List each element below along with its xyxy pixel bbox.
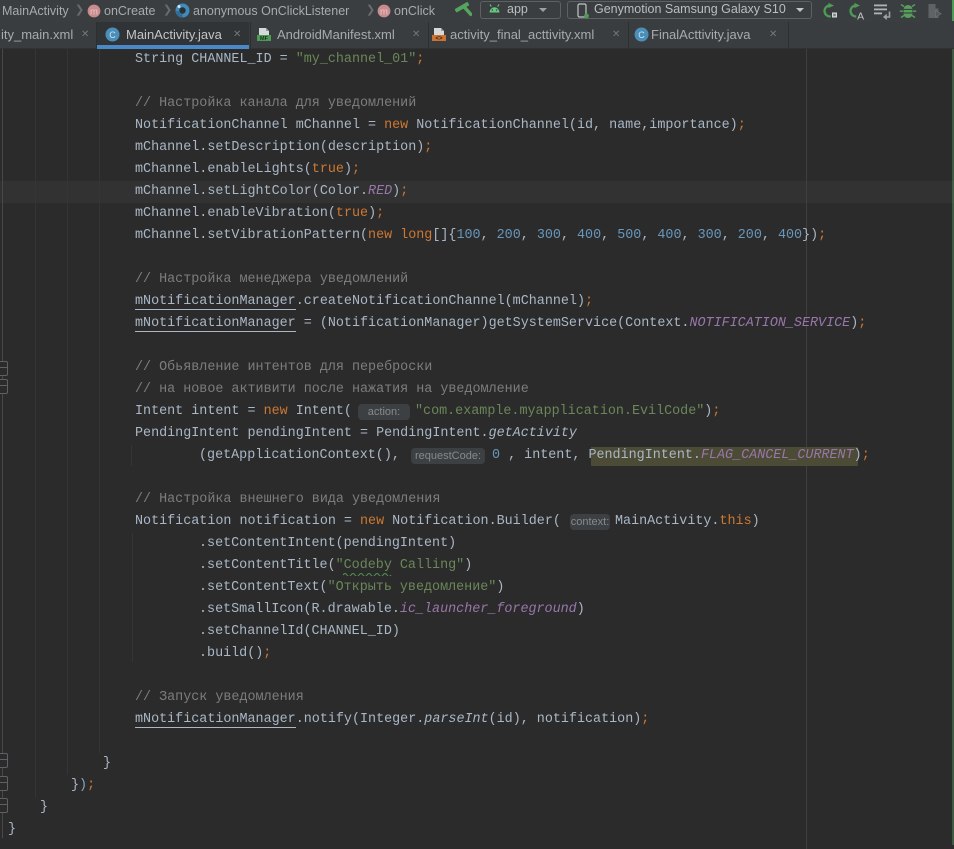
- svg-text:A: A: [857, 10, 864, 20]
- svg-text:C: C: [638, 30, 645, 40]
- svg-text:<>: <>: [435, 36, 443, 42]
- svg-text:m: m: [380, 7, 388, 18]
- svg-text:C: C: [109, 30, 116, 40]
- svg-text:MF: MF: [260, 36, 269, 42]
- svg-text:m: m: [90, 7, 98, 18]
